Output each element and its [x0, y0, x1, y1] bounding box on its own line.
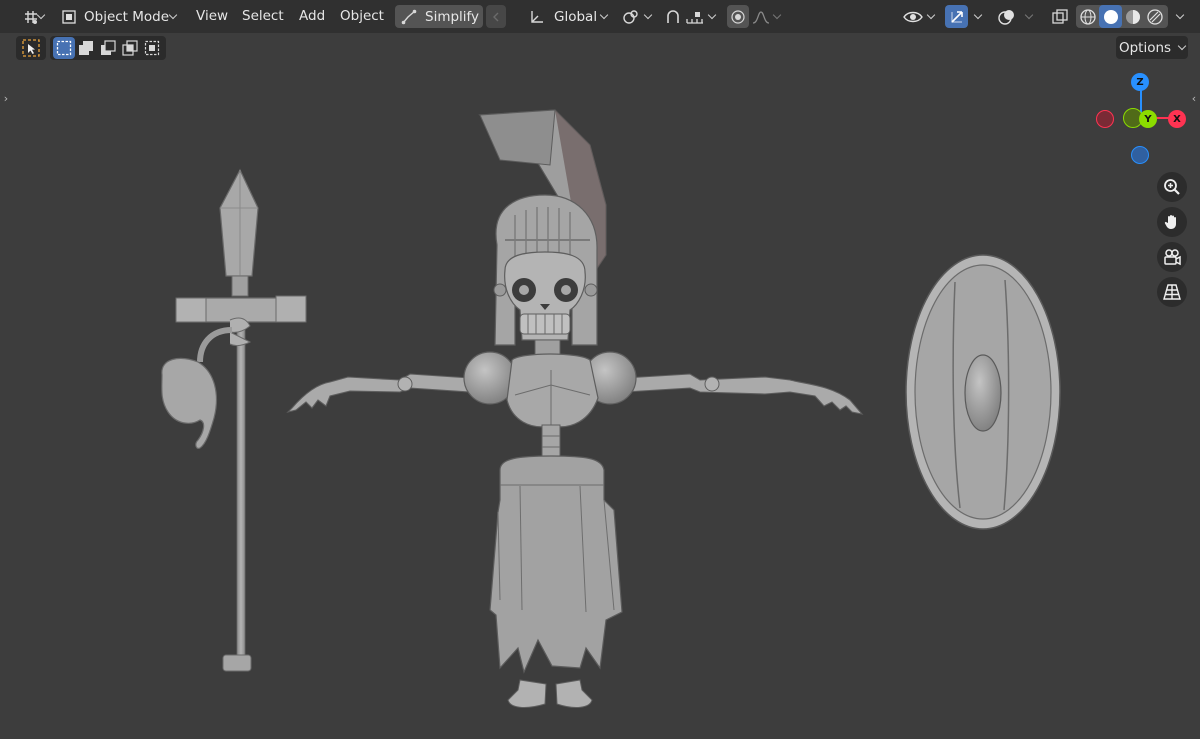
axis-x-label: X	[1173, 113, 1181, 125]
gizmo-toggle[interactable]	[945, 5, 968, 28]
viewport-scene[interactable]	[0, 0, 1200, 739]
snap-icon	[665, 9, 681, 25]
select-subtract-button[interactable]	[97, 37, 119, 59]
options-dropdown[interactable]: Options	[1116, 36, 1188, 59]
menu-select[interactable]: Select	[242, 8, 284, 24]
object-mode-icon	[62, 9, 76, 24]
simplify-extra-button[interactable]	[486, 5, 506, 28]
chevron-down-icon	[1177, 41, 1187, 50]
select-cursor-icon	[22, 39, 40, 57]
gizmo-icon	[949, 9, 965, 25]
overlay-icon	[998, 8, 1016, 26]
select-extend-button[interactable]	[75, 37, 97, 59]
proportional-edit-toggle[interactable]	[727, 5, 749, 28]
axis-y-handle[interactable]: Y	[1139, 110, 1157, 128]
object-mode-dropdown[interactable]: Object Mode	[56, 5, 183, 28]
solid-shading-icon	[1103, 9, 1119, 25]
zoom-icon	[1163, 178, 1181, 196]
proportional-falloff-dropdown[interactable]	[752, 5, 786, 28]
axis-neg-z-handle[interactable]	[1131, 146, 1149, 164]
camera-icon	[1162, 248, 1182, 266]
axis-y-label: Y	[1144, 113, 1152, 125]
material-shading-icon	[1125, 9, 1141, 25]
chevron-down-icon	[1175, 10, 1185, 20]
navigation-gizmo[interactable]: Z Y X	[1090, 68, 1195, 168]
snap-toggle[interactable]	[661, 5, 685, 28]
material-shading-button[interactable]	[1122, 5, 1144, 28]
rendered-shading-icon	[1147, 8, 1163, 25]
chevron-down-icon	[1024, 10, 1034, 20]
select-invert-icon	[122, 40, 138, 56]
spear-model[interactable]	[161, 168, 307, 672]
transform-orientation-label: Global	[554, 8, 598, 25]
menu-add[interactable]: Add	[299, 8, 325, 24]
select-extend-icon	[78, 40, 94, 56]
rendered-shading-button[interactable]	[1144, 5, 1166, 28]
transform-orientation-icon	[529, 9, 545, 25]
overlay-toggle[interactable]	[995, 5, 1019, 28]
hand-pan-icon	[1163, 213, 1181, 231]
select-subtract-icon	[100, 40, 116, 56]
menu-object[interactable]: Object	[340, 8, 384, 24]
simplify-curve-icon	[401, 9, 417, 25]
select-new-button[interactable]	[53, 37, 75, 59]
perspective-toggle-button[interactable]	[1157, 277, 1187, 307]
select-box-tool[interactable]	[19, 37, 43, 59]
camera-view-button[interactable]	[1157, 242, 1187, 272]
transform-orientation-dropdown[interactable]: Global	[525, 5, 613, 28]
wireframe-shading-button[interactable]	[1077, 5, 1099, 28]
axis-x-handle[interactable]: X	[1168, 110, 1186, 128]
options-label: Options	[1118, 39, 1172, 56]
proportional-edit-icon	[731, 9, 745, 24]
select-intersect-button[interactable]	[141, 37, 163, 59]
simplify-label: Simplify	[425, 8, 480, 25]
menu-view[interactable]: View	[196, 8, 228, 24]
select-invert-button[interactable]	[119, 37, 141, 59]
axis-z-label: Z	[1136, 76, 1144, 88]
object-mode-label: Object Mode	[84, 8, 170, 25]
select-intersect-icon	[144, 40, 160, 56]
axis-neg-x-handle[interactable]	[1096, 110, 1114, 128]
xray-icon	[1052, 8, 1068, 25]
axis-z-handle[interactable]: Z	[1131, 73, 1149, 91]
solid-shading-button[interactable]	[1099, 5, 1122, 28]
pan-button[interactable]	[1157, 207, 1187, 237]
shield-model[interactable]	[905, 254, 1061, 530]
zoom-button[interactable]	[1157, 172, 1187, 202]
wireframe-shading-icon	[1080, 8, 1096, 25]
pivot-icon	[622, 9, 640, 25]
skeleton-character-model[interactable]	[286, 109, 864, 708]
editor-type-icon	[23, 9, 39, 25]
xray-toggle[interactable]	[1048, 5, 1072, 28]
viewport-header: Object Mode View Select Add Object Simpl…	[0, 0, 1200, 33]
select-new-icon	[56, 40, 72, 56]
toolbar-expand-arrow[interactable]: ›	[2, 91, 10, 105]
visibility-icon	[903, 9, 923, 25]
simplify-button[interactable]: Simplify	[395, 5, 483, 28]
grid-perspective-icon	[1163, 283, 1181, 301]
